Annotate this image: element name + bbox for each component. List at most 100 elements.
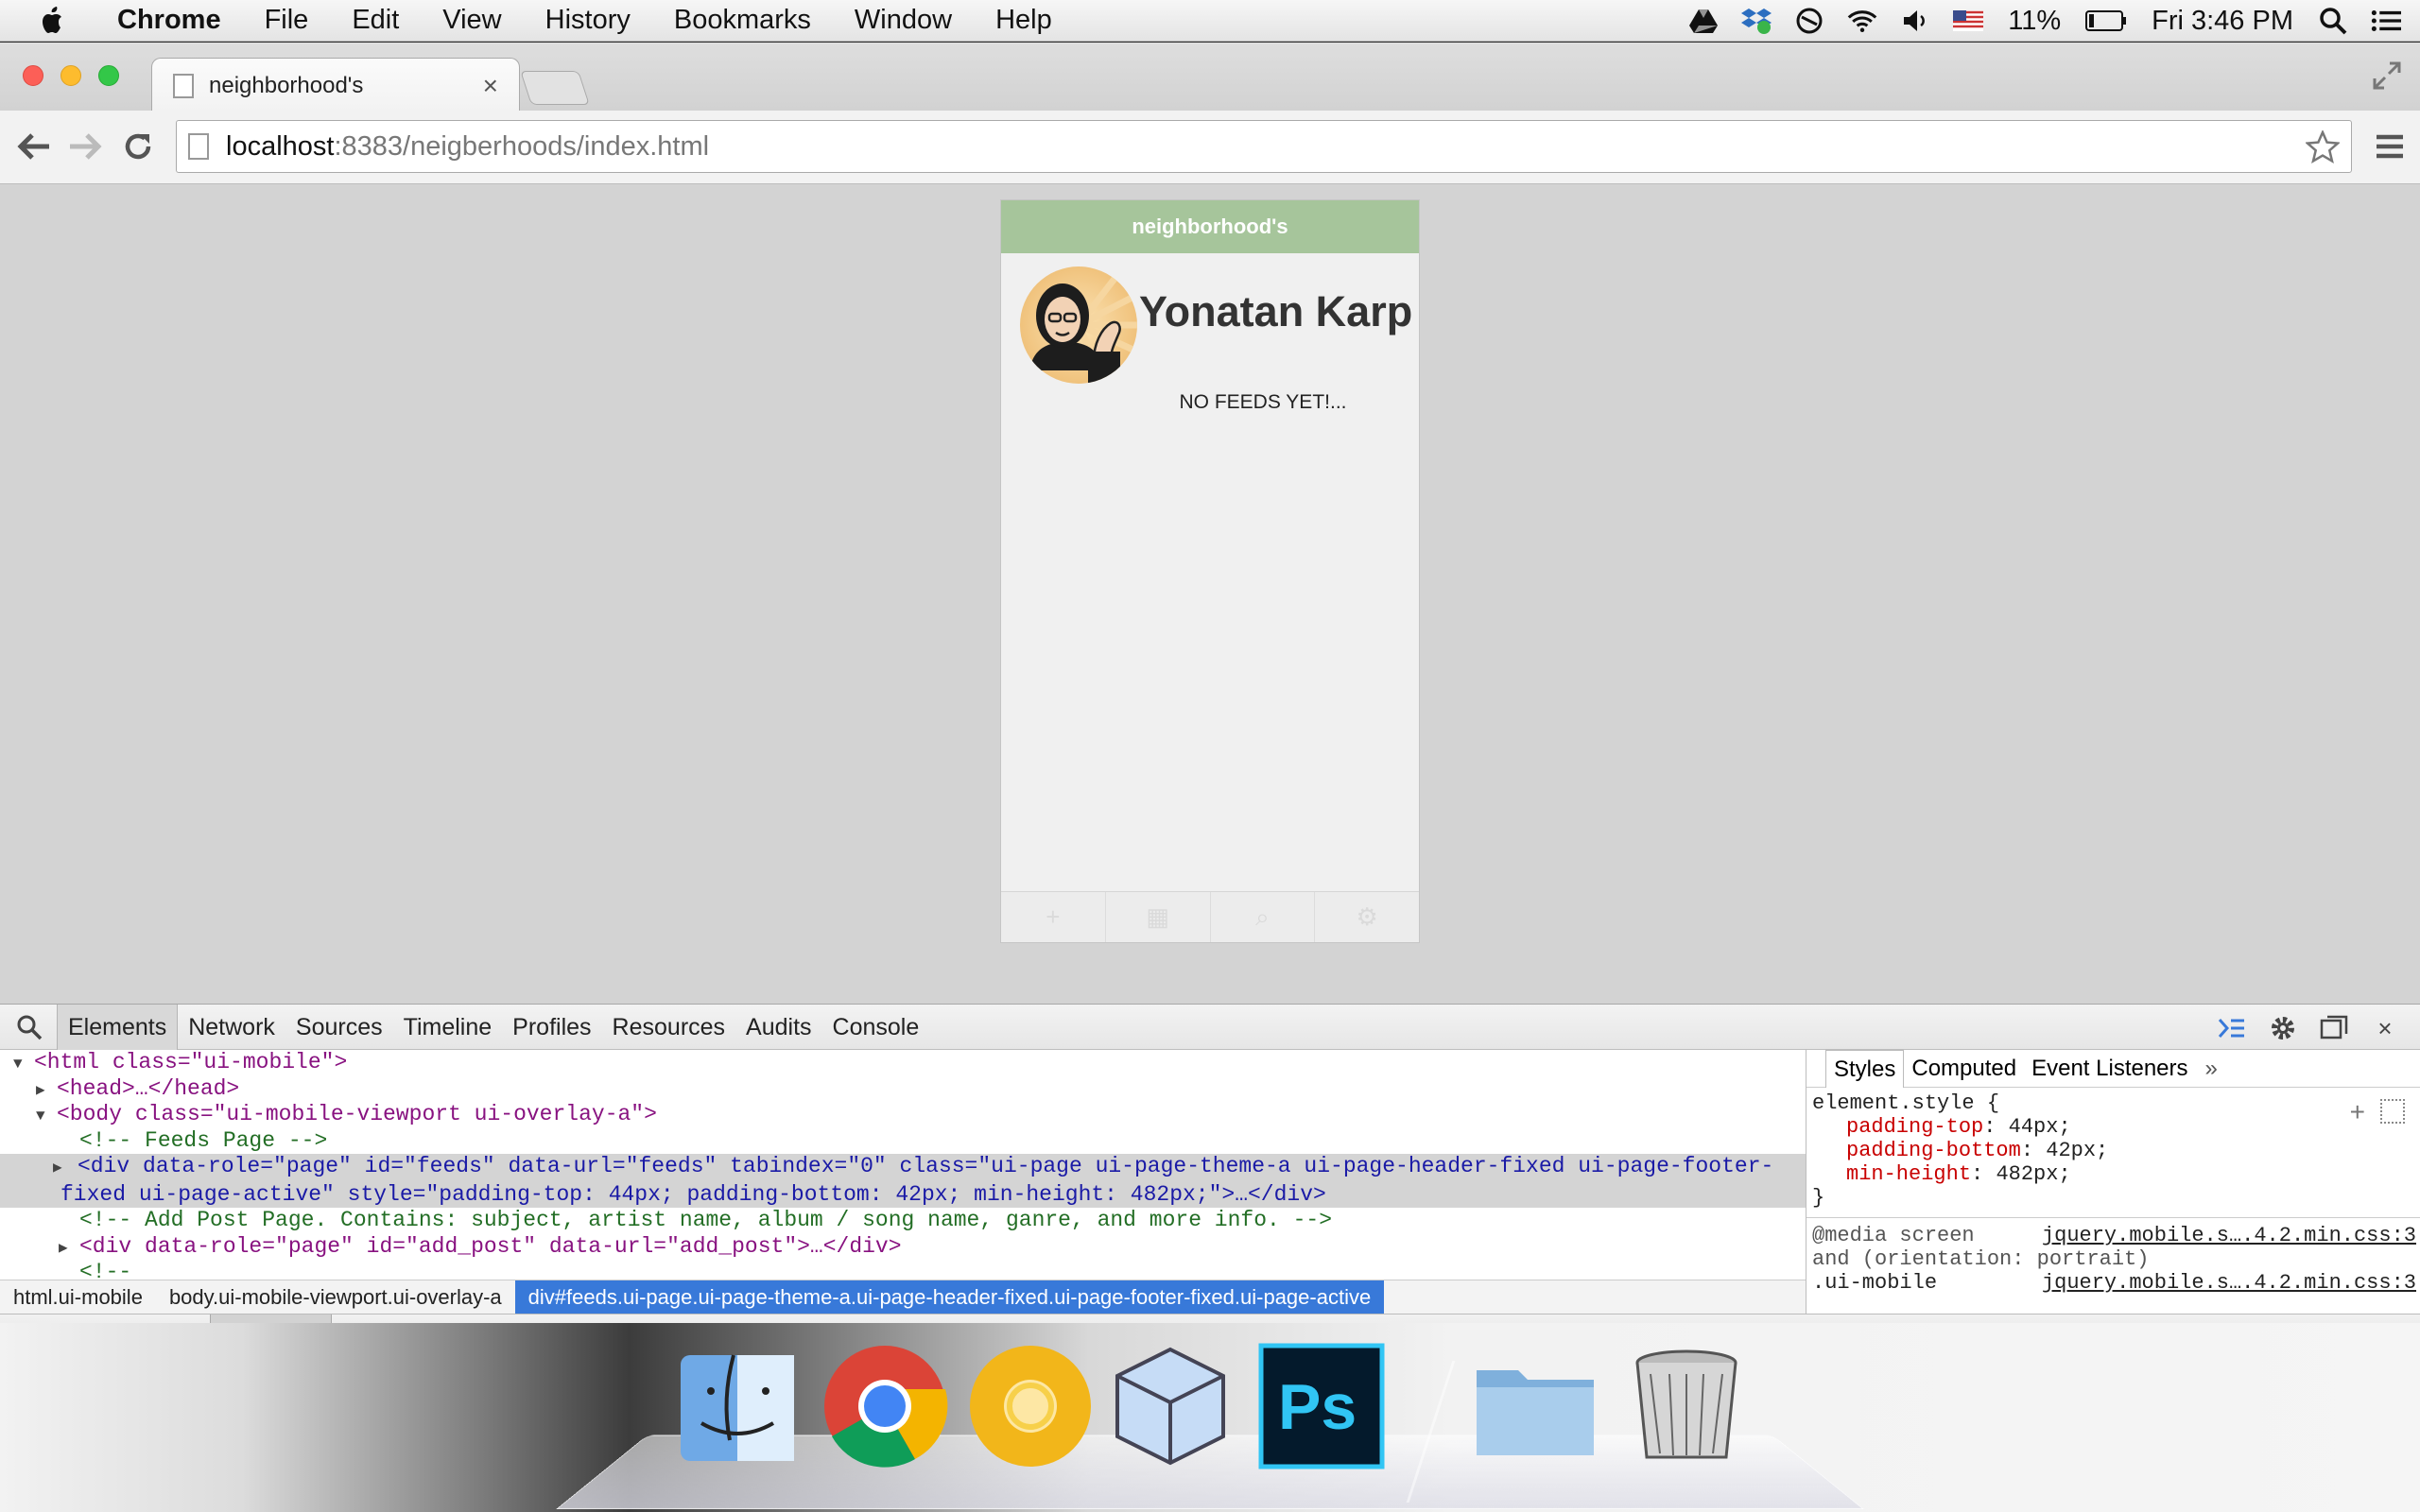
- element-style-rule: element.style { padding-top: 44px; paddi…: [1806, 1091, 2420, 1210]
- window-close-button[interactable]: [23, 65, 43, 86]
- devtools-tab-timeline[interactable]: Timeline: [393, 1005, 503, 1050]
- chrome-icon[interactable]: [821, 1342, 949, 1470]
- collapse-triangle-icon[interactable]: ▼: [13, 1052, 34, 1078]
- tab-event-listeners[interactable]: Event Listeners: [2024, 1050, 2195, 1088]
- devtools-tab-sources[interactable]: Sources: [285, 1005, 393, 1050]
- reload-button[interactable]: [119, 128, 157, 165]
- dom-node-body[interactable]: ▼ <body class="ui-mobile-viewport ui-over…: [0, 1102, 1806, 1128]
- style-prop-padding-top[interactable]: padding-top: 44px;: [1812, 1115, 2420, 1139]
- devtools-close-icon[interactable]: ×: [2369, 1012, 2401, 1044]
- devtools-controls: ×: [2206, 1012, 2411, 1044]
- bookmark-star-icon[interactable]: [2306, 130, 2340, 164]
- tab-computed[interactable]: Computed: [1904, 1050, 2024, 1088]
- page-favicon-icon: [173, 73, 194, 98]
- css-source-link-2[interactable]: jquery.mobile.s….4.2.min.css:3: [2042, 1271, 2416, 1295]
- expand-triangle-icon[interactable]: ▶: [36, 1078, 57, 1105]
- dom-node-feeds-selected[interactable]: ▶ <div data-role="page" id="feeds" data-u…: [0, 1154, 1806, 1208]
- dom-feeds-text: <div data-role="page" id="feeds" data-ur…: [60, 1154, 1774, 1207]
- devtools-tab-resources[interactable]: Resources: [602, 1005, 736, 1050]
- dom-node-html[interactable]: ▼ <html class="ui-mobile">: [0, 1050, 1806, 1076]
- menu-bookmarks[interactable]: Bookmarks: [652, 5, 833, 36]
- tab-close-icon[interactable]: ×: [483, 71, 498, 101]
- url-path: :8383/neigberhoods/index.html: [334, 130, 710, 162]
- devtools-tab-audits[interactable]: Audits: [735, 1005, 821, 1050]
- add-post-button[interactable]: +: [1001, 892, 1106, 942]
- element-breadcrumbs: html.ui-mobile body.ui-mobile-viewport.u…: [0, 1280, 1806, 1314]
- breadcrumb-html[interactable]: html.ui-mobile: [0, 1280, 156, 1314]
- menu-file[interactable]: File: [243, 5, 331, 36]
- menu-history[interactable]: History: [524, 5, 652, 36]
- page-viewport: neighborhood's Yonatan Karp NO FEEDS YET…: [0, 184, 2420, 1004]
- reload-icon: [125, 133, 151, 160]
- search-button[interactable]: ⌕: [1211, 892, 1316, 942]
- battery-icon[interactable]: [2085, 6, 2127, 36]
- settings-gear-icon[interactable]: [2267, 1012, 2299, 1044]
- back-button[interactable]: [15, 128, 53, 165]
- svg-text:Ps: Ps: [1278, 1371, 1357, 1443]
- dom-comment-add-post[interactable]: <!-- Add Post Page. Contains: subject, a…: [0, 1208, 1806, 1234]
- page-icon: [188, 133, 209, 160]
- expand-triangle-icon[interactable]: ▶: [59, 1236, 79, 1263]
- media-query-line1: @media screen: [1812, 1224, 1975, 1247]
- devtools-tab-console[interactable]: Console: [822, 1005, 930, 1050]
- devtools-tab-network[interactable]: Network: [178, 1005, 285, 1050]
- google-drive-icon[interactable]: [1688, 6, 1719, 36]
- us-flag-icon[interactable]: [1953, 6, 1984, 36]
- dropbox-icon[interactable]: [1741, 6, 1772, 36]
- apple-menu-icon[interactable]: [36, 4, 70, 38]
- menu-app-name[interactable]: Chrome: [102, 5, 243, 36]
- sync-icon[interactable]: [1794, 6, 1824, 36]
- address-bar[interactable]: localhost :8383/neigberhoods/index.html: [176, 120, 2352, 173]
- menu-edit[interactable]: Edit: [330, 5, 421, 36]
- element-state-icon[interactable]: [2380, 1099, 2405, 1124]
- css-source-link[interactable]: jquery.mobile.s….4.2.min.css:3: [2042, 1224, 2416, 1247]
- mobile-page: neighborhood's Yonatan Karp NO FEEDS YET…: [1000, 199, 1420, 943]
- devtools-panel: Elements Network Sources Timeline Profil…: [0, 1004, 2420, 1363]
- menubar-clock[interactable]: Fri 3:46 PM: [2152, 6, 2293, 37]
- spotlight-search-icon[interactable]: [2318, 6, 2348, 36]
- photoshop-icon[interactable]: Ps: [1257, 1342, 1386, 1470]
- new-style-rule-icon[interactable]: +: [2350, 1097, 2365, 1127]
- chrome-canary-icon[interactable]: [966, 1342, 1095, 1470]
- dom-node-add-post[interactable]: ▶ <div data-role="page" id="add_post" dat…: [0, 1234, 1806, 1261]
- volume-icon[interactable]: [1900, 6, 1930, 36]
- rule-close-brace: }: [1812, 1186, 1825, 1210]
- dom-comment-feeds[interactable]: <!-- Feeds Page -->: [0, 1128, 1806, 1155]
- more-tabs-icon[interactable]: »: [2205, 1056, 2218, 1082]
- style-prop-min-height[interactable]: min-height: 482px;: [1812, 1162, 2420, 1186]
- chrome-menu-icon[interactable]: [2369, 126, 2411, 167]
- forward-button[interactable]: [66, 128, 104, 165]
- tab-styles[interactable]: Styles: [1825, 1050, 1905, 1088]
- media-query-line2: and (orientation: portrait): [1812, 1247, 2150, 1271]
- menu-window[interactable]: Window: [833, 5, 974, 36]
- fullscreen-icon[interactable]: [2371, 60, 2403, 92]
- user-avatar[interactable]: [1020, 266, 1137, 384]
- grid-button[interactable]: ▦: [1106, 892, 1211, 942]
- devtools-tab-elements[interactable]: Elements: [57, 1004, 179, 1050]
- virtualbox-icon[interactable]: [1106, 1342, 1235, 1470]
- menu-help[interactable]: Help: [974, 5, 1074, 36]
- collapse-triangle-icon[interactable]: ▼: [36, 1104, 57, 1130]
- notification-center-icon[interactable]: [2371, 6, 2401, 36]
- browser-tab[interactable]: neighborhood's ×: [151, 58, 520, 112]
- app-footer-navbar: + ▦ ⌕ ⚙: [1001, 891, 1419, 942]
- expand-triangle-icon[interactable]: ▶: [53, 1156, 78, 1182]
- wifi-icon[interactable]: [1847, 6, 1877, 36]
- inspect-search-icon[interactable]: [15, 1013, 43, 1041]
- breadcrumb-div-feeds[interactable]: div#feeds.ui-page.ui-page-theme-a.ui-pag…: [514, 1280, 1385, 1314]
- style-prop-padding-bottom[interactable]: padding-bottom: 42px;: [1812, 1139, 2420, 1162]
- window-minimize-button[interactable]: [60, 65, 81, 86]
- breadcrumb-body[interactable]: body.ui-mobile-viewport.ui-overlay-a: [156, 1280, 515, 1314]
- trash-icon[interactable]: [1622, 1342, 1751, 1470]
- dom-node-head[interactable]: ▶ <head>…</head>: [0, 1076, 1806, 1103]
- console-drawer-icon[interactable]: [2216, 1012, 2248, 1044]
- finder-icon[interactable]: [673, 1342, 802, 1470]
- devtools-tab-profiles[interactable]: Profiles: [502, 1005, 601, 1050]
- folder-icon[interactable]: [1471, 1342, 1599, 1470]
- new-tab-button[interactable]: [520, 71, 590, 105]
- menu-view[interactable]: View: [421, 5, 523, 36]
- tab-strip: neighborhood's ×: [0, 43, 2420, 112]
- window-zoom-button[interactable]: [98, 65, 119, 86]
- settings-button[interactable]: ⚙: [1315, 892, 1419, 942]
- dock-toggle-icon[interactable]: [2318, 1012, 2350, 1044]
